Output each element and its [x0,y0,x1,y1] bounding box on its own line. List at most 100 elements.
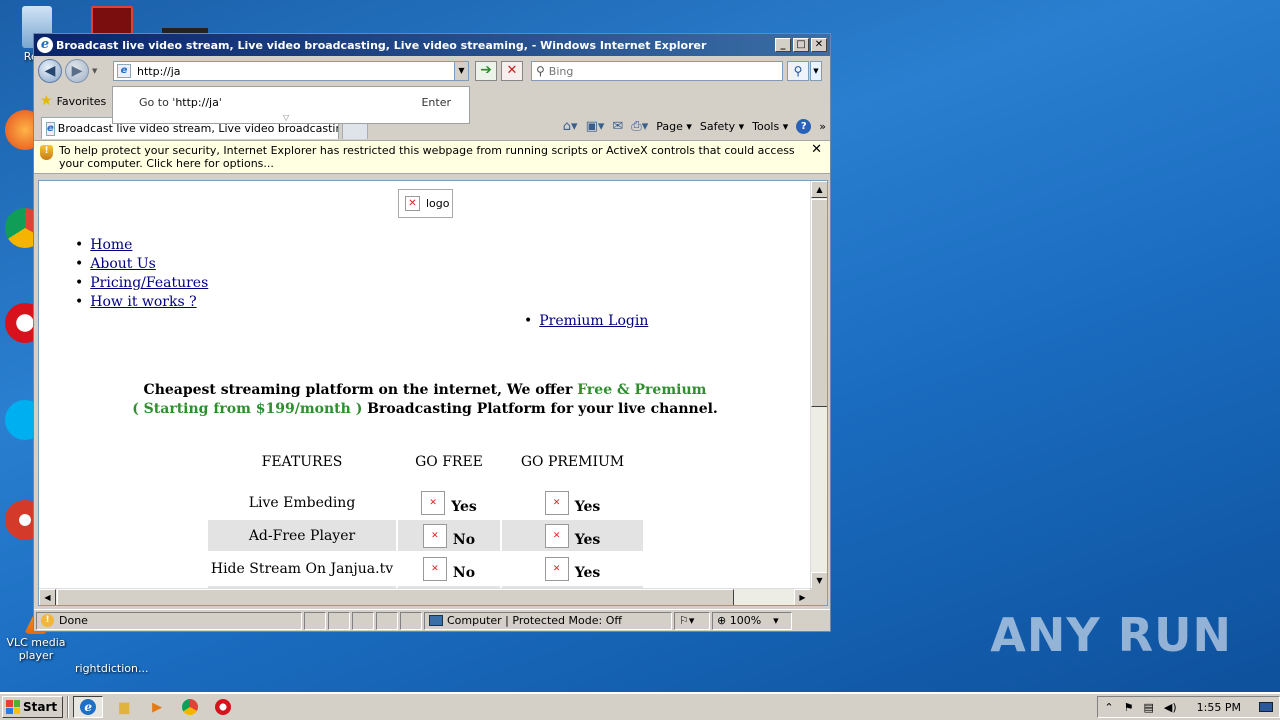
close-info-bar-icon[interactable]: ✕ [811,143,822,156]
zoom-cell[interactable]: ⊕ 100% ▾ [712,611,792,630]
premium-login-link[interactable]: Premium Login [539,313,648,329]
favorites-star-icon[interactable]: ★ [40,93,53,109]
folder-icon: ▆ [119,699,130,715]
web-page: ✕ logo Home About Us Pricing/Features Ho… [39,181,811,589]
start-button[interactable]: Start [2,696,64,718]
window-title: Broadcast live video stream, Live video … [56,38,707,52]
nav-item-premium-login: Premium Login [524,312,648,331]
taskbar-ie-button[interactable]: e [73,696,104,718]
safety-menu[interactable]: Safety ▾ [700,120,744,133]
nav-item-home: Home [75,236,208,255]
lock-icon: ⚐▾ [679,614,695,627]
network-icon[interactable]: ▤ [1144,701,1154,714]
maximize-button[interactable]: □ [793,38,809,52]
recent-pages-dropdown[interactable]: ▼ [92,67,97,75]
premium-value: Yes [574,564,601,581]
logo-image: ✕ logo [398,189,453,218]
address-bar[interactable]: e [113,61,469,81]
forward-button[interactable]: ▶ [65,59,89,83]
nav-link-home[interactable]: Home [90,237,132,253]
search-input[interactable] [548,64,769,78]
desktop-icon-label: rightdiction... [75,662,149,675]
free-value: No [452,564,476,581]
print-icon[interactable]: ⎙▾ [631,119,648,134]
page-icon: e [117,64,131,78]
zone-cell[interactable]: Computer | Protected Mode: Off [424,611,672,630]
header-features: FEATURES [261,454,343,470]
close-button[interactable]: ✕ [811,38,827,52]
help-icon[interactable]: ? [796,119,812,134]
status-cell [352,611,374,630]
feature-cell: Hide Stream On Janjua.tv [210,560,394,577]
site-nav: Home About Us Pricing/Features How it wo… [75,236,208,312]
nav-link-how-it-works[interactable]: How it works ? [90,294,196,310]
protected-mode-cell[interactable]: ⚐▾ [674,611,710,630]
anyrun-watermark: ANY RUN [990,608,1232,662]
taskbar-chrome-button[interactable] [178,696,202,718]
search-button[interactable]: ⚲ [787,61,809,81]
chrome-icon [182,699,199,715]
horizontal-scrollbar[interactable]: ◀ ▶ [39,588,811,605]
volume-icon[interactable]: ◀) [1164,701,1177,714]
tools-menu[interactable]: Tools ▾ [752,120,788,133]
clock[interactable]: 1:55 PM [1197,701,1241,714]
start-label: Start [23,700,58,714]
address-input[interactable] [137,64,437,78]
search-box[interactable]: ⚲ [531,61,783,81]
premium-cell: ✕ Yes [502,520,643,551]
vertical-scrollbar[interactable]: ▲ ▼ [810,181,827,589]
free-cell: ✕ Yes [398,487,500,518]
go-button[interactable]: ➔ [475,61,497,81]
search-options-dropdown[interactable]: ▼ [810,61,822,81]
scroll-up-button[interactable]: ▲ [811,181,827,198]
more-commands-button[interactable]: » [819,120,826,133]
nav-link-pricing[interactable]: Pricing/Features [90,275,208,291]
broken-image-icon: ✕ [422,523,447,548]
premium-value: Yes [574,498,601,515]
page-menu[interactable]: Page ▾ [656,120,692,133]
scroll-down-button[interactable]: ▼ [811,572,827,589]
address-autocomplete[interactable]: Go to 'http://ja' Enter ▽ [112,86,470,124]
minimize-button[interactable]: _ [775,38,791,52]
scroll-left-button[interactable]: ◀ [39,589,56,605]
status-bar: ! Done Computer | Protected Mode: Off ⚐▾… [34,609,830,631]
media-player-icon: ▶ [152,699,163,715]
mail-icon[interactable]: ✉ [612,119,623,134]
show-hidden-icons-button[interactable]: ⌃ [1104,701,1113,714]
address-dropdown-button[interactable]: ▼ [454,61,469,81]
zoom-level: 100% [729,614,762,627]
logo-alt-text: logo [426,197,450,210]
back-button[interactable]: ◀ [38,59,62,83]
action-center-icon[interactable]: ⚑ [1124,701,1134,714]
taskbar-explorer-button[interactable]: ▆ [112,696,136,718]
show-desktop-button[interactable] [1259,702,1273,712]
ie-window[interactable]: e Broadcast live video stream, Live vide… [33,33,831,632]
tagline-highlight-plans: Free & Premium [577,382,707,398]
favorites-label[interactable]: Favorites [57,95,107,108]
security-info-bar[interactable]: ! To help protect your security, Interne… [34,140,830,174]
premium-cell: ✕ Yes [502,553,643,584]
feeds-icon[interactable]: ▣▾ [586,119,605,134]
info-bar-text[interactable]: To help protect your security, Internet … [59,144,795,170]
broken-image-icon: ✕ [421,490,446,515]
title-bar[interactable]: e Broadcast live video stream, Live vide… [34,34,830,56]
free-value: No [452,531,476,548]
page-icon: e [46,121,55,136]
feature-cell: Live Embeding [248,494,356,511]
taskbar-opera-button[interactable] [211,696,235,718]
goto-url: http://ja [175,96,219,109]
scroll-right-button[interactable]: ▶ [794,589,811,605]
status-text: Done [59,614,88,627]
autocomplete-goto[interactable]: Go to 'http://ja' [139,96,222,109]
scrollbar-corner [810,588,827,605]
broken-image-icon: ✕ [405,196,420,211]
horizontal-scroll-thumb[interactable] [57,589,734,605]
home-icon[interactable]: ⌂▾ [563,119,578,134]
tagline-highlight-price: ( Starting from $199/month ) [132,401,363,417]
nav-link-about[interactable]: About Us [90,256,156,272]
goto-suffix: ' [218,96,222,109]
chevron-down-icon[interactable]: ▽ [283,113,289,122]
vertical-scroll-thumb[interactable] [811,199,827,407]
stop-button[interactable]: ✕ [501,61,523,81]
taskbar-media-player-button[interactable]: ▶ [145,696,169,718]
